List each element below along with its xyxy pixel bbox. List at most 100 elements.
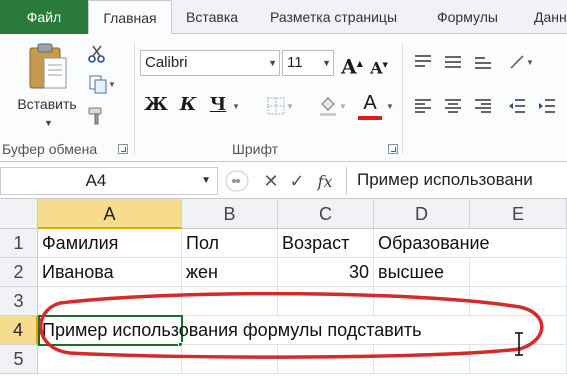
cell-c1[interactable]: Возраст bbox=[278, 229, 374, 258]
clipboard-group-label: Буфер обмена bbox=[2, 141, 98, 157]
paint-bucket-icon bbox=[320, 97, 337, 116]
formula-bar: A4 ▼ ✕ ✓ fx Пример использовани bbox=[0, 163, 567, 199]
column-header-d[interactable]: D bbox=[374, 199, 470, 229]
cell-b3[interactable] bbox=[182, 287, 278, 316]
chevron-down-icon[interactable]: ▼ bbox=[322, 51, 331, 75]
ribbon-tab-bar: Файл Главная Вставка Разметка страницы Ф… bbox=[0, 0, 567, 35]
row-header-1[interactable]: 1 bbox=[0, 229, 38, 258]
group-divider bbox=[134, 42, 135, 154]
ribbon-home: Вставить ▼ ▼ Буфер обмена Calibri ▼ 11 ▼ bbox=[0, 34, 567, 162]
format-painter-button[interactable] bbox=[84, 104, 110, 128]
chevron-down-icon[interactable]: ▼ bbox=[44, 118, 53, 128]
group-divider bbox=[402, 42, 403, 154]
tab-insert[interactable]: Вставка bbox=[186, 0, 238, 34]
insert-function-icon[interactable]: fx bbox=[312, 169, 338, 193]
column-header-c[interactable]: C bbox=[278, 199, 374, 229]
cell-a2[interactable]: Иванова bbox=[38, 258, 182, 287]
clipboard-icon bbox=[29, 43, 67, 89]
cell-d1[interactable]: Образование bbox=[374, 229, 490, 258]
copy-icon bbox=[89, 75, 107, 94]
borders-button[interactable]: ▼ bbox=[260, 94, 300, 118]
align-bottom-icon[interactable] bbox=[470, 50, 496, 74]
name-box[interactable]: A4 ▼ bbox=[0, 167, 218, 195]
cell-e1[interactable] bbox=[470, 229, 567, 258]
cell-c2[interactable]: 30 bbox=[278, 258, 374, 287]
font-size-value: 11 bbox=[287, 54, 303, 71]
row-header-5[interactable]: 5 bbox=[0, 345, 38, 374]
font-name-value: Calibri bbox=[145, 54, 188, 71]
worksheet-grid: A B C D E 1 2 3 4 5 Фамилия Пол Возраст … bbox=[0, 199, 567, 378]
chevron-down-icon[interactable]: ▼ bbox=[268, 51, 277, 75]
cancel-icon[interactable]: ✕ bbox=[258, 169, 284, 193]
bold-button[interactable]: Ж bbox=[144, 92, 168, 118]
paste-label: Вставить bbox=[17, 96, 77, 112]
scissors-icon bbox=[88, 45, 105, 63]
text-cursor-icon bbox=[515, 332, 523, 356]
cut-icon[interactable] bbox=[84, 42, 110, 66]
tab-formulas[interactable]: Формулы bbox=[437, 0, 498, 34]
chevron-down-icon[interactable]: ▼ bbox=[201, 168, 211, 194]
column-header-e[interactable]: E bbox=[470, 199, 567, 229]
align-left-icon[interactable] bbox=[410, 94, 436, 118]
font-size-combo[interactable]: 11 ▼ bbox=[282, 50, 334, 76]
increase-indent-icon[interactable] bbox=[534, 94, 560, 118]
row-header-4[interactable]: 4 bbox=[0, 316, 38, 345]
align-right-icon[interactable] bbox=[470, 94, 496, 118]
cell-b5[interactable] bbox=[182, 345, 278, 374]
decrease-indent-icon[interactable] bbox=[504, 94, 530, 118]
cell-d5[interactable] bbox=[374, 345, 470, 374]
increase-font-size-button[interactable]: A▲ bbox=[340, 50, 364, 79]
select-all-button[interactable] bbox=[0, 199, 38, 229]
cell-b1[interactable]: Пол bbox=[182, 229, 278, 258]
italic-button[interactable]: К bbox=[176, 92, 200, 118]
copy-button[interactable]: ▼ bbox=[84, 72, 120, 96]
formula-input[interactable]: Пример использовани bbox=[346, 167, 567, 195]
cell-a4-text: Пример использования формулы подставить bbox=[42, 320, 422, 340]
chevron-down-icon: ▼ bbox=[286, 101, 294, 111]
enter-check-icon[interactable]: ✓ bbox=[284, 169, 310, 193]
cell-b2[interactable]: жен bbox=[182, 258, 278, 287]
fill-color-button[interactable]: ▼ bbox=[312, 94, 352, 118]
orientation-button[interactable]: ▼ bbox=[504, 50, 538, 74]
column-header-b[interactable]: B bbox=[182, 199, 278, 229]
font-color-swatch bbox=[358, 116, 382, 120]
chevron-down-icon: ▼ bbox=[108, 79, 116, 89]
decrease-font-icon: A bbox=[370, 58, 383, 78]
formula-controls: ✕ ✓ fx bbox=[222, 167, 344, 195]
cell-a1[interactable]: Фамилия bbox=[38, 229, 182, 258]
clipboard-dialog-launcher-icon[interactable] bbox=[118, 144, 128, 154]
cell-d3[interactable] bbox=[374, 287, 470, 316]
font-color-button[interactable]: A bbox=[358, 90, 382, 116]
font-group-label: Шрифт bbox=[232, 141, 279, 157]
name-box-value: A4 bbox=[85, 171, 107, 190]
align-center-icon[interactable] bbox=[440, 94, 466, 118]
increase-font-icon: A bbox=[341, 54, 357, 79]
tab-data[interactable]: Данн bbox=[534, 0, 567, 34]
tab-home[interactable]: Главная bbox=[88, 0, 172, 35]
cell-e3[interactable] bbox=[470, 287, 567, 316]
text-angle-icon bbox=[510, 55, 524, 69]
align-middle-icon[interactable] bbox=[440, 50, 466, 74]
row-header-3[interactable]: 3 bbox=[0, 287, 38, 316]
row-header-2[interactable]: 2 bbox=[0, 258, 38, 287]
cell-a5[interactable] bbox=[38, 345, 182, 374]
paste-button[interactable]: Вставить ▼ bbox=[8, 38, 86, 130]
chevron-down-icon[interactable]: ▼ bbox=[232, 102, 240, 111]
cell-c5[interactable] bbox=[278, 345, 374, 374]
cell-c3[interactable] bbox=[278, 287, 374, 316]
font-name-combo[interactable]: Calibri ▼ bbox=[140, 50, 280, 76]
border-grid-icon bbox=[267, 97, 285, 115]
tab-file[interactable]: Файл bbox=[0, 0, 88, 34]
cell-d2[interactable]: высшее bbox=[374, 258, 470, 287]
underline-button[interactable]: Ч bbox=[206, 92, 230, 118]
column-header-a[interactable]: A bbox=[38, 199, 182, 229]
cell-a3[interactable] bbox=[38, 287, 182, 316]
chevron-down-icon[interactable]: ▼ bbox=[386, 102, 394, 111]
cell-e2[interactable] bbox=[470, 258, 567, 287]
decrease-font-size-button[interactable]: A▼ bbox=[368, 52, 390, 78]
font-dialog-launcher-icon[interactable] bbox=[388, 144, 398, 154]
align-top-icon[interactable] bbox=[410, 50, 436, 74]
font-color-icon: A bbox=[363, 92, 377, 114]
tab-page-layout[interactable]: Разметка страницы bbox=[270, 0, 397, 34]
brush-icon bbox=[88, 107, 102, 125]
